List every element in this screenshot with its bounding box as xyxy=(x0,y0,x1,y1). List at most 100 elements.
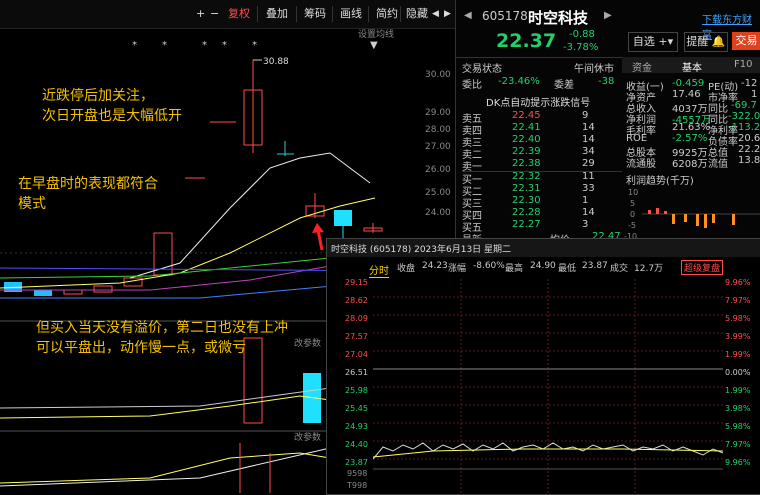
profit-bar xyxy=(656,208,659,214)
indicator-line xyxy=(0,447,331,487)
fund-value: -322.0 xyxy=(728,111,760,122)
profit-bar xyxy=(732,214,735,225)
price-tick: 28.09 xyxy=(345,314,368,323)
pct-tick: 1.99% xyxy=(725,386,751,395)
event-star-icon: * xyxy=(252,40,257,51)
ratio-label: 委比 xyxy=(462,80,482,91)
high-price-label: 30.88 xyxy=(263,57,289,67)
fund-label: 流通股 xyxy=(626,159,656,170)
ask-volume: 34 xyxy=(582,146,595,157)
profit-bar xyxy=(712,214,715,223)
fuquan-button[interactable]: 复权 xyxy=(224,5,254,23)
pct-tick: 7.97% xyxy=(725,296,751,305)
zoom-out-button[interactable]: − xyxy=(206,5,223,23)
annotation-note-3: 但买入当天没有溢价，第二日也没有上冲 可以平盘出，动作慢一点，或微亏 xyxy=(36,318,288,358)
candle-body xyxy=(34,290,52,296)
trend-tick: 5 xyxy=(630,199,636,208)
diff-label: 委差 xyxy=(554,80,574,91)
chart-toolbar: + − 复权 叠加 筹码 画线 简约 隐藏 ◀ ▶ xyxy=(0,0,455,29)
pct-tick: 7.97% xyxy=(725,440,751,449)
pct-tick: 3.99% xyxy=(725,332,751,341)
change-value: -8.60% xyxy=(473,261,505,271)
annotation-text: 近跌停后加关注， xyxy=(42,88,154,104)
forward-icon[interactable]: ▶ xyxy=(440,5,455,23)
overlay-button[interactable]: 叠加 xyxy=(262,5,292,23)
pct-tick: 1.99% xyxy=(725,350,751,359)
bid-row: 买四 22.28 14 xyxy=(462,207,622,222)
profit-trend-title: 利润趋势(千万) xyxy=(626,176,694,187)
bid-volume: 1 xyxy=(582,195,589,206)
tab-funds[interactable]: 资金 xyxy=(632,59,652,74)
price-tick: 25.45 xyxy=(345,404,368,413)
indicator-settings-link[interactable]: 改参数 xyxy=(294,336,321,349)
bid-row: 买三 22.30 1 xyxy=(462,195,622,210)
add-watchlist-label: 自选 xyxy=(632,35,655,48)
tab-intraday[interactable]: 分时 xyxy=(369,262,389,278)
fund-value: 20.6 xyxy=(738,133,760,144)
bid-price: 22.32 xyxy=(512,171,541,182)
trend-tick: 0 xyxy=(630,210,636,219)
divider xyxy=(400,6,401,22)
indicator-settings-link[interactable]: 改参数 xyxy=(294,430,321,443)
bid-volume: 11 xyxy=(582,171,595,182)
trade-button[interactable]: 交易 xyxy=(732,32,760,50)
profit-bar xyxy=(704,214,707,228)
alert-label: 提醒 xyxy=(686,35,709,48)
tab-f10[interactable]: F10 xyxy=(734,59,752,70)
ask-row: 卖五 22.45 9 xyxy=(462,110,622,125)
dk-signal-link[interactable]: DK点自动提示涨跌信号 xyxy=(486,94,590,109)
alert-button[interactable]: 提醒 🔔 xyxy=(684,32,728,52)
tab-basic[interactable]: 基本 xyxy=(682,59,702,74)
bid-row: 买二 22.31 33 xyxy=(462,183,622,198)
ask-row: 卖四 22.41 14 xyxy=(462,122,622,137)
profit-bar xyxy=(684,214,687,222)
fund-value: -113.2 xyxy=(728,122,760,133)
event-star-icon: * xyxy=(222,40,227,51)
super-replay-button[interactable]: 超级复盘 xyxy=(681,260,724,275)
simple-button[interactable]: 简约 xyxy=(372,5,402,23)
tab-bar: 资金 基本 F10 xyxy=(622,57,760,74)
fundamental-row: 总收入 4037万 同比 -69.7 xyxy=(626,100,760,115)
annotation-text: 但买入当天没有溢价，第二日也没有上冲 xyxy=(36,320,288,336)
bid-price: 22.30 xyxy=(512,195,541,206)
bid-price: 22.31 xyxy=(512,183,541,194)
trade-status-label: 交易状态 xyxy=(462,64,502,75)
annotation-text: 模式 xyxy=(18,196,46,212)
fund-value: 21.63% xyxy=(672,122,711,133)
high-label: 最高 xyxy=(505,264,524,274)
red-arrow-icon xyxy=(316,229,324,251)
pct-tick: 9.96% xyxy=(725,278,751,287)
annotation-text: 次日开盘也是大幅低开 xyxy=(42,108,182,124)
next-stock-icon[interactable]: ▶ xyxy=(604,10,612,21)
fundamental-row: 毛利率 21.63% 净利率 -113.2 xyxy=(626,122,760,137)
bid-volume: 33 xyxy=(582,183,595,194)
prev-stock-icon[interactable]: ◀ xyxy=(464,10,472,21)
event-star-icon: * xyxy=(132,40,137,51)
stock-code: 605178 xyxy=(482,9,528,23)
add-watchlist-button[interactable]: 自选 +▾ xyxy=(628,32,678,52)
ratio-value: -23.46% xyxy=(498,76,540,87)
fund-value: 6208万 xyxy=(672,159,708,170)
price-tick: 29.15 xyxy=(345,278,368,287)
chips-button[interactable]: 筹码 xyxy=(300,5,330,23)
high-value: 24.90 xyxy=(530,261,556,271)
close-label: 收盘 xyxy=(397,264,416,274)
price-tick: 24.93 xyxy=(345,422,368,431)
draw-line-button[interactable]: 画线 xyxy=(336,5,366,23)
event-star-icon: * xyxy=(202,40,207,51)
annotation-note-1: 近跌停后加关注， 次日开盘也是大幅低开 xyxy=(42,86,182,126)
indicator-line xyxy=(0,452,331,484)
event-down-icon: ▼ xyxy=(370,40,378,51)
volume-value: 12.7万 xyxy=(634,264,664,274)
bid-volume: 14 xyxy=(582,207,595,218)
volume-ma-line xyxy=(0,387,331,409)
event-star-icon: * xyxy=(162,40,167,51)
fundamental-row: 净利润 -4557万 同比 -322.0 xyxy=(626,111,760,126)
change-label: 涨幅 xyxy=(448,264,467,274)
divider xyxy=(296,6,297,22)
fund-value: 13.8 xyxy=(738,155,760,166)
divider xyxy=(332,6,333,22)
volume-label: 成交 xyxy=(610,264,629,274)
grid-lines xyxy=(373,279,723,493)
candle-body xyxy=(334,210,352,226)
